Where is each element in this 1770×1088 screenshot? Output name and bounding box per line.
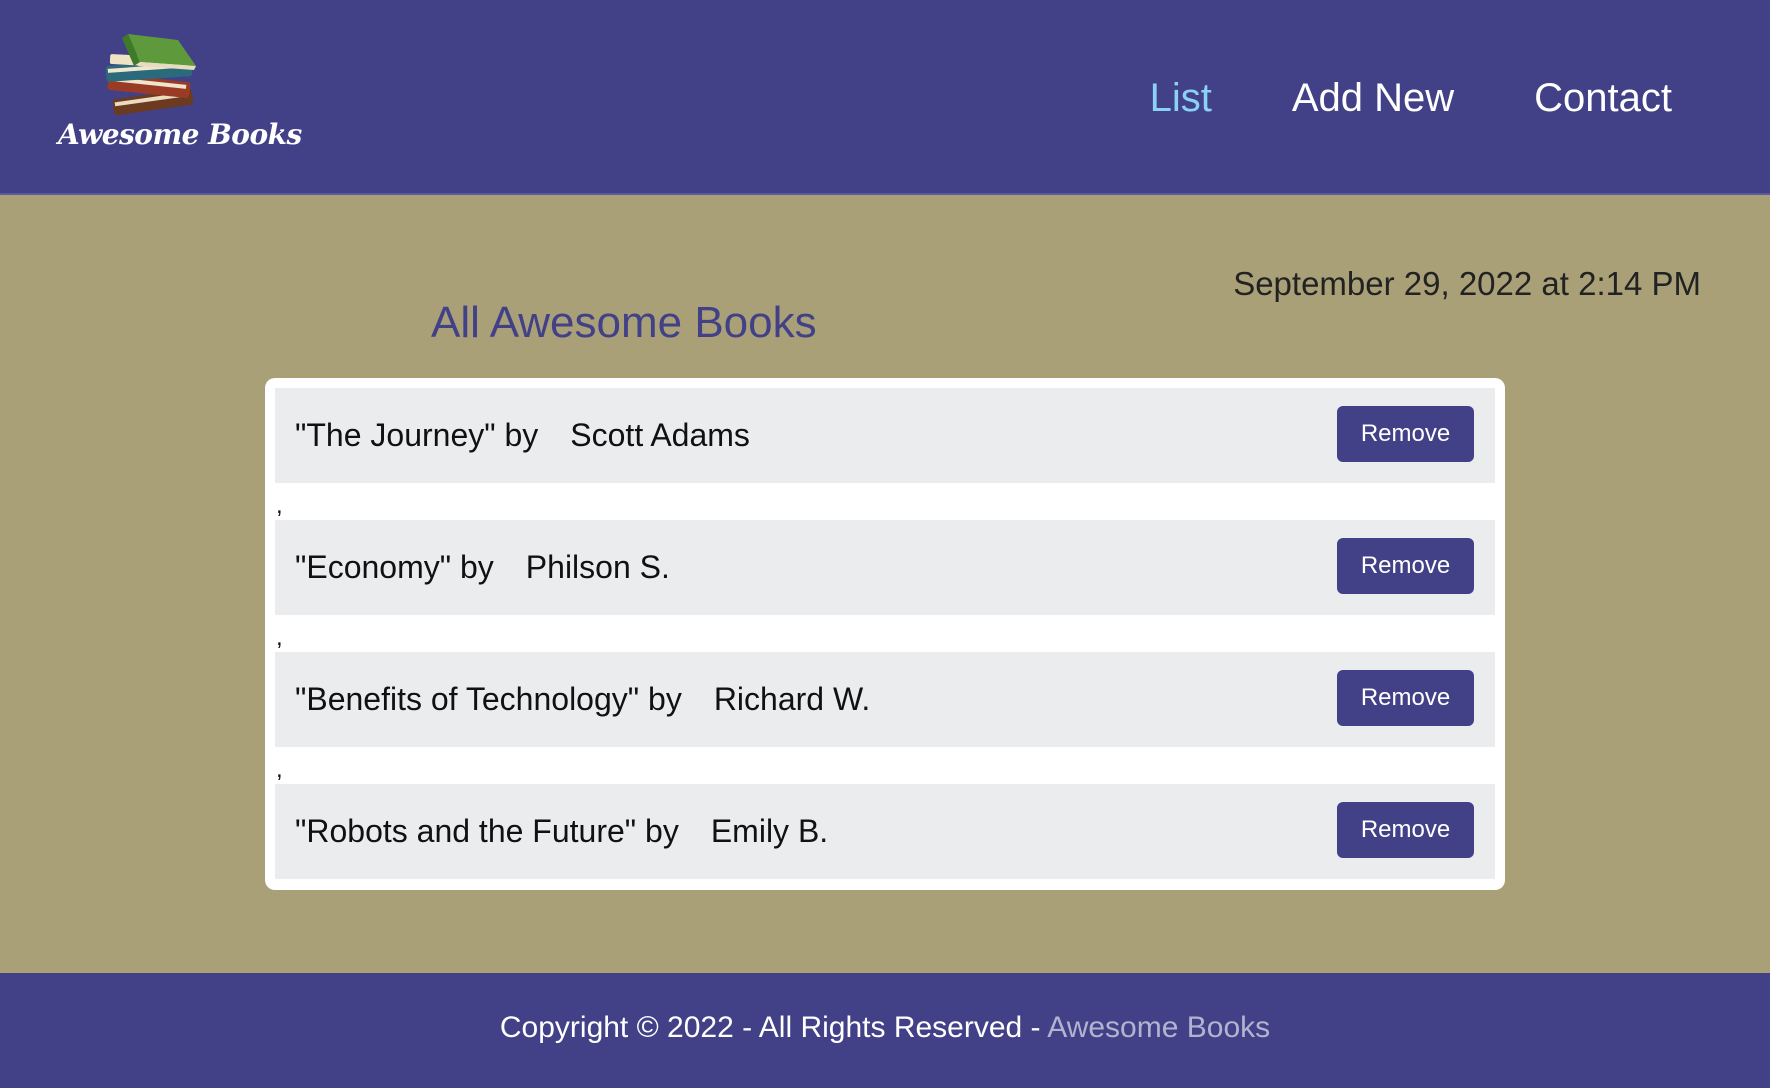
book-title: "Benefits of Technology" by	[295, 681, 682, 717]
book-entry: "Benefits of Technology" by Richard W.	[295, 652, 870, 747]
book-author: Scott Adams	[570, 417, 750, 453]
copyright-text: Copyright © 2022 - All Rights Reserved -…	[500, 1010, 1270, 1046]
footer-brand-link[interactable]: Awesome Books	[1047, 1011, 1270, 1044]
site-footer: Copyright © 2022 - All Rights Reserved -…	[0, 973, 1770, 1088]
book-entry: "The Journey" by Scott Adams	[295, 388, 750, 483]
separator: ,	[276, 624, 283, 651]
book-title: "Economy" by	[295, 549, 494, 585]
book-row: "Economy" by Philson S. Remove	[275, 520, 1495, 615]
page-title: All Awesome Books	[431, 298, 817, 347]
book-row: "Benefits of Technology" by Richard W. Re…	[275, 652, 1495, 747]
current-datetime: September 29, 2022 at 2:14 PM	[1233, 265, 1701, 302]
remove-button[interactable]: Remove	[1337, 538, 1474, 594]
logo-text: Awesome Books	[58, 118, 302, 151]
copyright-label: Copyright © 2022 - All Rights Reserved -	[499, 1011, 1048, 1044]
book-entry: "Robots and the Future" by Emily B.	[295, 784, 828, 879]
remove-button[interactable]: Remove	[1337, 802, 1474, 858]
remove-button[interactable]: Remove	[1337, 406, 1474, 462]
separator: ,	[276, 492, 283, 519]
book-list: "The Journey" by Scott Adams Remove , "Ec…	[265, 378, 1505, 890]
nav-add-new-link[interactable]: Add New	[1292, 70, 1454, 126]
book-author: Emily B.	[710, 813, 829, 849]
main-nav: List Add New Contact	[1150, 70, 1672, 126]
separator: ,	[276, 756, 283, 783]
book-row: "The Journey" by Scott Adams Remove	[275, 388, 1495, 483]
site-header: Awesome Books List Add New Contact	[0, 0, 1770, 195]
nav-list-link[interactable]: List	[1150, 70, 1212, 126]
book-row: "Robots and the Future" by Emily B. Remov…	[275, 784, 1495, 879]
remove-button[interactable]: Remove	[1337, 670, 1474, 726]
books-stack-icon	[105, 34, 196, 116]
book-author: Richard W.	[713, 681, 871, 717]
book-author: Philson S.	[525, 549, 670, 585]
logo[interactable]: Awesome Books	[58, 26, 302, 161]
nav-contact-link[interactable]: Contact	[1534, 70, 1672, 126]
book-entry: "Economy" by Philson S.	[295, 520, 670, 615]
book-title: "Robots and the Future" by	[295, 813, 679, 849]
book-title: "The Journey" by	[295, 417, 539, 453]
